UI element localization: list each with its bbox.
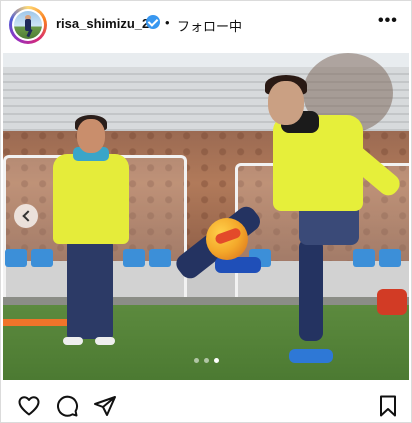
carousel-dot bbox=[204, 358, 209, 363]
post-image[interactable] bbox=[3, 53, 409, 380]
carousel-indicator bbox=[194, 358, 219, 363]
verified-badge-icon bbox=[146, 15, 160, 29]
equipment-bag bbox=[377, 289, 407, 315]
header-separator: • bbox=[165, 15, 170, 30]
username[interactable]: risa_shimizu_2 bbox=[56, 16, 149, 31]
previous-icon[interactable] bbox=[14, 204, 38, 228]
follow-status[interactable]: フォロー中 bbox=[177, 16, 242, 35]
player-background bbox=[53, 154, 129, 244]
heart-icon[interactable] bbox=[17, 394, 41, 418]
bookmark-icon[interactable] bbox=[376, 394, 400, 418]
avatar-image bbox=[14, 11, 42, 39]
avatar[interactable] bbox=[9, 6, 47, 44]
post-header: risa_shimizu_2 • フォロー中 ••• bbox=[0, 0, 412, 52]
carousel-dot-active bbox=[214, 358, 219, 363]
carousel-dot bbox=[194, 358, 199, 363]
action-bar bbox=[0, 384, 412, 423]
more-icon[interactable]: ••• bbox=[378, 12, 398, 30]
share-icon[interactable] bbox=[93, 394, 117, 418]
comment-icon[interactable] bbox=[55, 394, 79, 418]
